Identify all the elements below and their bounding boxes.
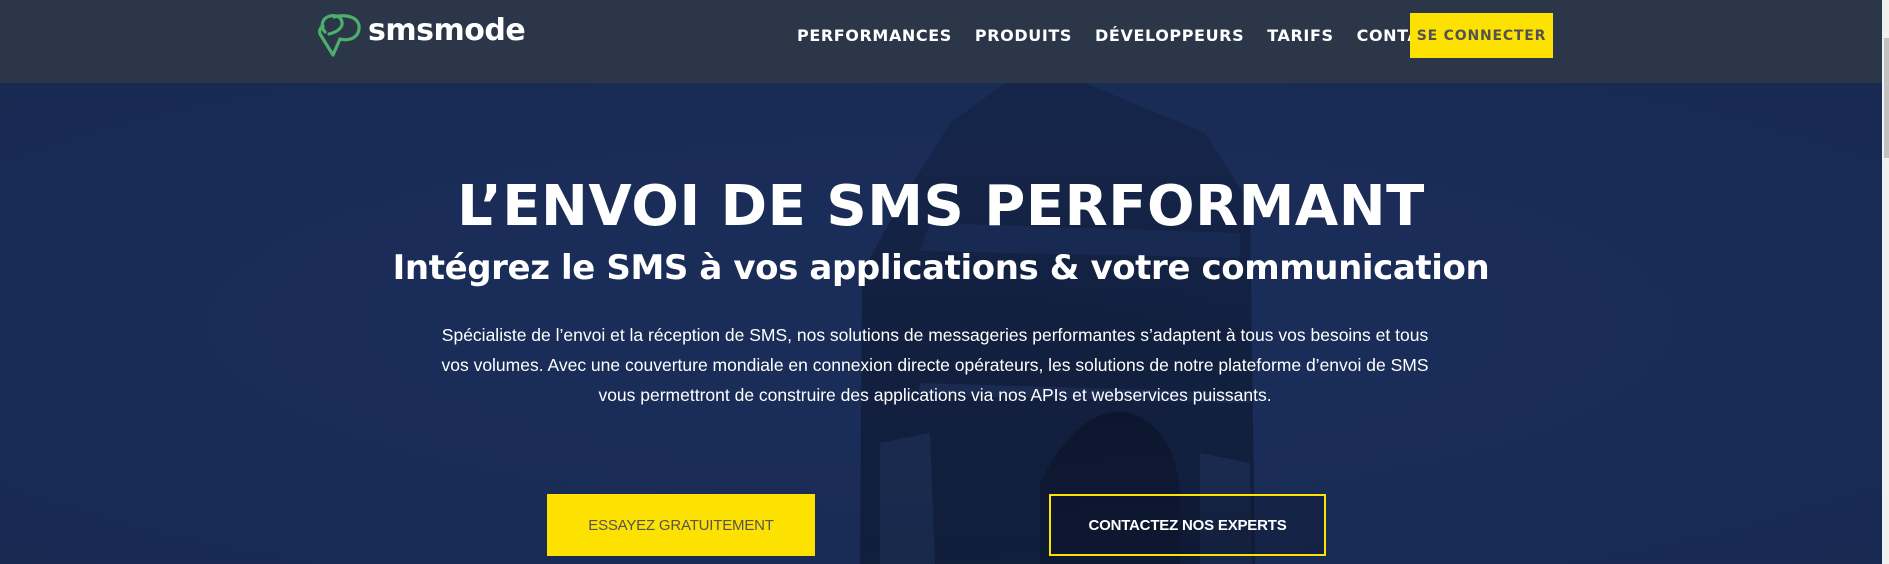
nav-tarifs[interactable]: TARIFS: [1267, 26, 1333, 45]
hero-headline: L’ENVOI DE SMS PERFORMANT: [457, 174, 1425, 239]
speech-bubble-logo-icon: [318, 14, 361, 57]
logo-text: smsmode: [368, 13, 526, 48]
try-free-button[interactable]: ESSAYEZ GRATUITEMENT: [547, 494, 815, 556]
main-nav: PERFORMANCES PRODUITS DÉVELOPPEURS TARIF…: [797, 0, 1467, 70]
login-button[interactable]: SE CONNECTER: [1410, 13, 1553, 58]
hero-intro-paragraph: Spécialiste de l’envoi et la réception d…: [441, 325, 1429, 405]
logo-link[interactable]: smsmode: [316, 12, 526, 58]
page: smsmode PERFORMANCES PRODUITS DÉVELOPPEU…: [0, 0, 1882, 564]
nav-performances[interactable]: PERFORMANCES: [797, 26, 952, 45]
nav-produits[interactable]: PRODUITS: [975, 26, 1072, 45]
nav-developpeurs[interactable]: DÉVELOPPEURS: [1095, 26, 1244, 45]
hero-section: L’ENVOI DE SMS PERFORMANT Intégrez le SM…: [0, 83, 1882, 564]
contact-experts-button[interactable]: CONTACTEZ NOS EXPERTS: [1049, 494, 1326, 556]
hero-subtitle: Intégrez le SMS à vos applications & vot…: [392, 248, 1490, 288]
page-scrollbar[interactable]: [1882, 0, 1889, 564]
site-header: smsmode PERFORMANCES PRODUITS DÉVELOPPEU…: [0, 0, 1882, 83]
scrollbar-thumb[interactable]: [1884, 38, 1889, 158]
